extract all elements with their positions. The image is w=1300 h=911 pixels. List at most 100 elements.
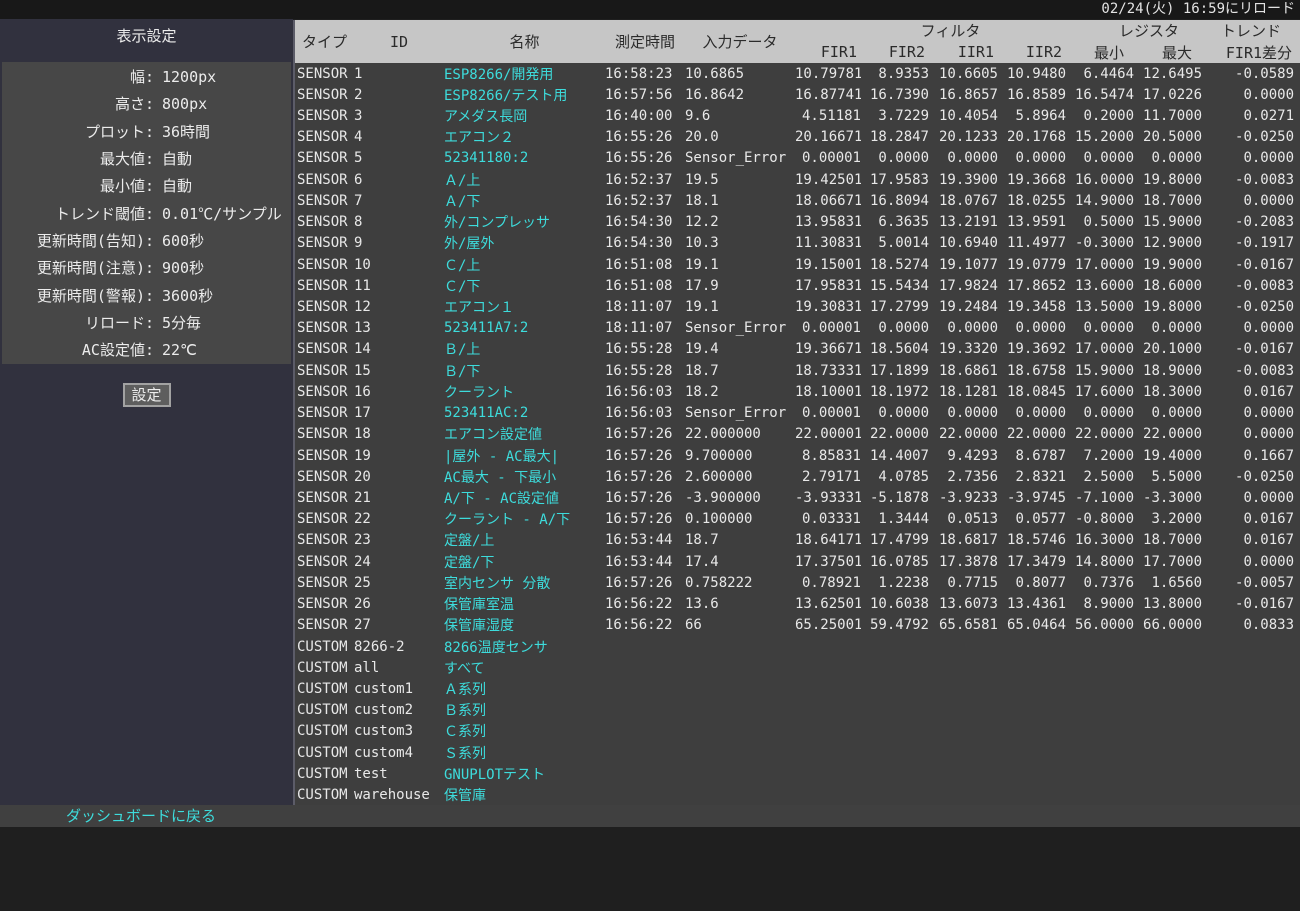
cell-iir2 — [998, 721, 1066, 742]
cell-min — [1066, 636, 1134, 657]
cell-fir1: 19.36671 — [795, 339, 861, 360]
cell-name-link[interactable]: Ａ系列 — [444, 678, 605, 699]
setting-label: プロット: — [2, 121, 154, 142]
col-header-id: ID — [354, 20, 444, 63]
cell-fir2 — [861, 636, 929, 657]
cell-id: custom4 — [354, 742, 444, 763]
cell-fir2: 14.4007 — [861, 445, 929, 466]
sensor-row: SENSOR 16 クーラント 16:56:03 18.2 18.10001 1… — [295, 381, 1300, 402]
cell-input-data: 0.758222 — [685, 572, 795, 593]
sensor-table: タイプ ID 名称 測定時間 入力データ フィルタ レジスタ トレンド FIR1… — [295, 20, 1300, 806]
settings-list: 幅: 1200px 高さ: 800px プロット: 36時間 最大値: 自動 最… — [2, 62, 291, 364]
cell-fir1: 10.79781 — [795, 63, 861, 84]
cell-name-link[interactable]: A/下 - AC設定値 — [444, 487, 605, 508]
cell-fir1-diff: 0.0000 — [1202, 190, 1300, 211]
cell-name-link[interactable]: Ａ/上 — [444, 169, 605, 190]
cell-name-link[interactable]: エアコン２ — [444, 127, 605, 148]
cell-fir1-diff — [1202, 636, 1300, 657]
cell-name-link[interactable]: GNUPLOTテスト — [444, 763, 605, 784]
cell-type: CUSTOM — [295, 742, 354, 763]
cell-name-link[interactable]: 定盤/下 — [444, 551, 605, 572]
cell-measure-time: 16:51:08 — [605, 275, 685, 296]
cell-type: SENSOR — [295, 424, 354, 445]
cell-name-link[interactable]: 室内センサ 分散 — [444, 572, 605, 593]
cell-type: CUSTOM — [295, 784, 354, 805]
cell-input-data: 13.6 — [685, 593, 795, 614]
cell-name-link[interactable]: Ｂ系列 — [444, 700, 605, 721]
cell-name-link[interactable]: AC最大 - 下最小 — [444, 466, 605, 487]
cell-iir2: 5.8964 — [998, 105, 1066, 126]
cell-fir1: 16.87741 — [795, 84, 861, 105]
cell-name-link[interactable]: アメダス長岡 — [444, 105, 605, 126]
cell-name-link[interactable]: 保管庫湿度 — [444, 615, 605, 636]
cell-name-link[interactable]: ESP8266/テスト用 — [444, 84, 605, 105]
cell-max: 11.7000 — [1134, 105, 1202, 126]
cell-fir2: 4.0785 — [861, 466, 929, 487]
cell-fir2: 22.0000 — [861, 424, 929, 445]
cell-type: SENSOR — [295, 403, 354, 424]
cell-name-link[interactable]: Ｂ/上 — [444, 339, 605, 360]
cell-input-data — [685, 784, 795, 805]
cell-id: 20 — [354, 466, 444, 487]
cell-name-link[interactable]: クーラント — [444, 381, 605, 402]
cell-iir2: 8.6787 — [998, 445, 1066, 466]
cell-input-data: 17.9 — [685, 275, 795, 296]
cell-name-link[interactable]: 523411A7:2 — [444, 318, 605, 339]
sensor-row: SENSOR 6 Ａ/上 16:52:37 19.5 19.42501 17.9… — [295, 169, 1300, 190]
cell-iir1 — [929, 700, 998, 721]
apply-settings-button[interactable]: 設定 — [122, 383, 170, 407]
cell-type: SENSOR — [295, 360, 354, 381]
cell-max: -3.3000 — [1134, 487, 1202, 508]
cell-name-link[interactable]: 8266温度センサ — [444, 636, 605, 657]
cell-name-link[interactable]: 外/コンプレッサ — [444, 212, 605, 233]
cell-name-link[interactable]: 保管庫室温 — [444, 593, 605, 614]
setting-label: 最大値: — [2, 148, 154, 169]
cell-name-link[interactable]: 523411AC:2 — [444, 403, 605, 424]
cell-name-link[interactable]: エアコン設定値 — [444, 424, 605, 445]
cell-input-data — [685, 763, 795, 784]
cell-name-link[interactable]: Ｂ/下 — [444, 360, 605, 381]
cell-iir1: 0.0000 — [929, 318, 998, 339]
sensor-row: CUSTOM custom1 Ａ系列 — [295, 678, 1300, 699]
cell-name-link[interactable]: 定盤/上 — [444, 530, 605, 551]
cell-measure-time: 16:56:03 — [605, 381, 685, 402]
cell-fir2: 1.3444 — [861, 509, 929, 530]
cell-name-link[interactable]: Ａ/下 — [444, 190, 605, 211]
cell-name-link[interactable]: |屋外 - AC最大| — [444, 445, 605, 466]
cell-name-link[interactable]: Ｃ/上 — [444, 254, 605, 275]
cell-type: SENSOR — [295, 509, 354, 530]
cell-fir1-diff: 0.0167 — [1202, 530, 1300, 551]
cell-input-data: Sensor_Error — [685, 318, 795, 339]
cell-iir2 — [998, 742, 1066, 763]
cell-name-link[interactable]: 外/屋外 — [444, 233, 605, 254]
cell-id: 5 — [354, 148, 444, 169]
cell-name-link[interactable]: Ｃ系列 — [444, 721, 605, 742]
cell-name-link[interactable]: 52341180:2 — [444, 148, 605, 169]
cell-fir1 — [795, 763, 861, 784]
cell-measure-time: 16:55:28 — [605, 360, 685, 381]
cell-id: custom1 — [354, 678, 444, 699]
cell-name-link[interactable]: クーラント - A/下 — [444, 509, 605, 530]
sensor-row: SENSOR 21 A/下 - AC設定値 16:57:26 -3.900000… — [295, 487, 1300, 508]
cell-iir1: 13.2191 — [929, 212, 998, 233]
cell-measure-time: 16:57:26 — [605, 509, 685, 530]
cell-name-link[interactable]: すべて — [444, 657, 605, 678]
col-header-iir2: IIR2 — [998, 41, 1066, 63]
sensor-row: SENSOR 12 エアコン１ 18:11:07 19.1 19.30831 1… — [295, 296, 1300, 317]
sensor-table-container: タイプ ID 名称 測定時間 入力データ フィルタ レジスタ トレンド FIR1… — [293, 20, 1300, 808]
cell-name-link[interactable]: Ｃ/下 — [444, 275, 605, 296]
cell-measure-time: 16:52:37 — [605, 190, 685, 211]
cell-fir1-diff: -0.0250 — [1202, 127, 1300, 148]
cell-name-link[interactable]: エアコン１ — [444, 296, 605, 317]
group-header-filter: フィルタ — [795, 20, 1066, 41]
sensor-row: SENSOR 25 室内センサ 分散 16:57:26 0.758222 0.7… — [295, 572, 1300, 593]
cell-name-link[interactable]: Ｓ系列 — [444, 742, 605, 763]
cell-iir2: 18.0255 — [998, 190, 1066, 211]
back-to-dashboard-link[interactable]: ダッシュボードに戻る — [66, 807, 216, 825]
cell-name-link[interactable]: 保管庫 — [444, 784, 605, 805]
cell-name-link[interactable]: ESP8266/開発用 — [444, 63, 605, 84]
cell-iir2: 19.3458 — [998, 296, 1066, 317]
cell-input-data: 10.3 — [685, 233, 795, 254]
cell-min: 13.6000 — [1066, 275, 1134, 296]
sensor-row: SENSOR 23 定盤/上 16:53:44 18.7 18.64171 17… — [295, 530, 1300, 551]
